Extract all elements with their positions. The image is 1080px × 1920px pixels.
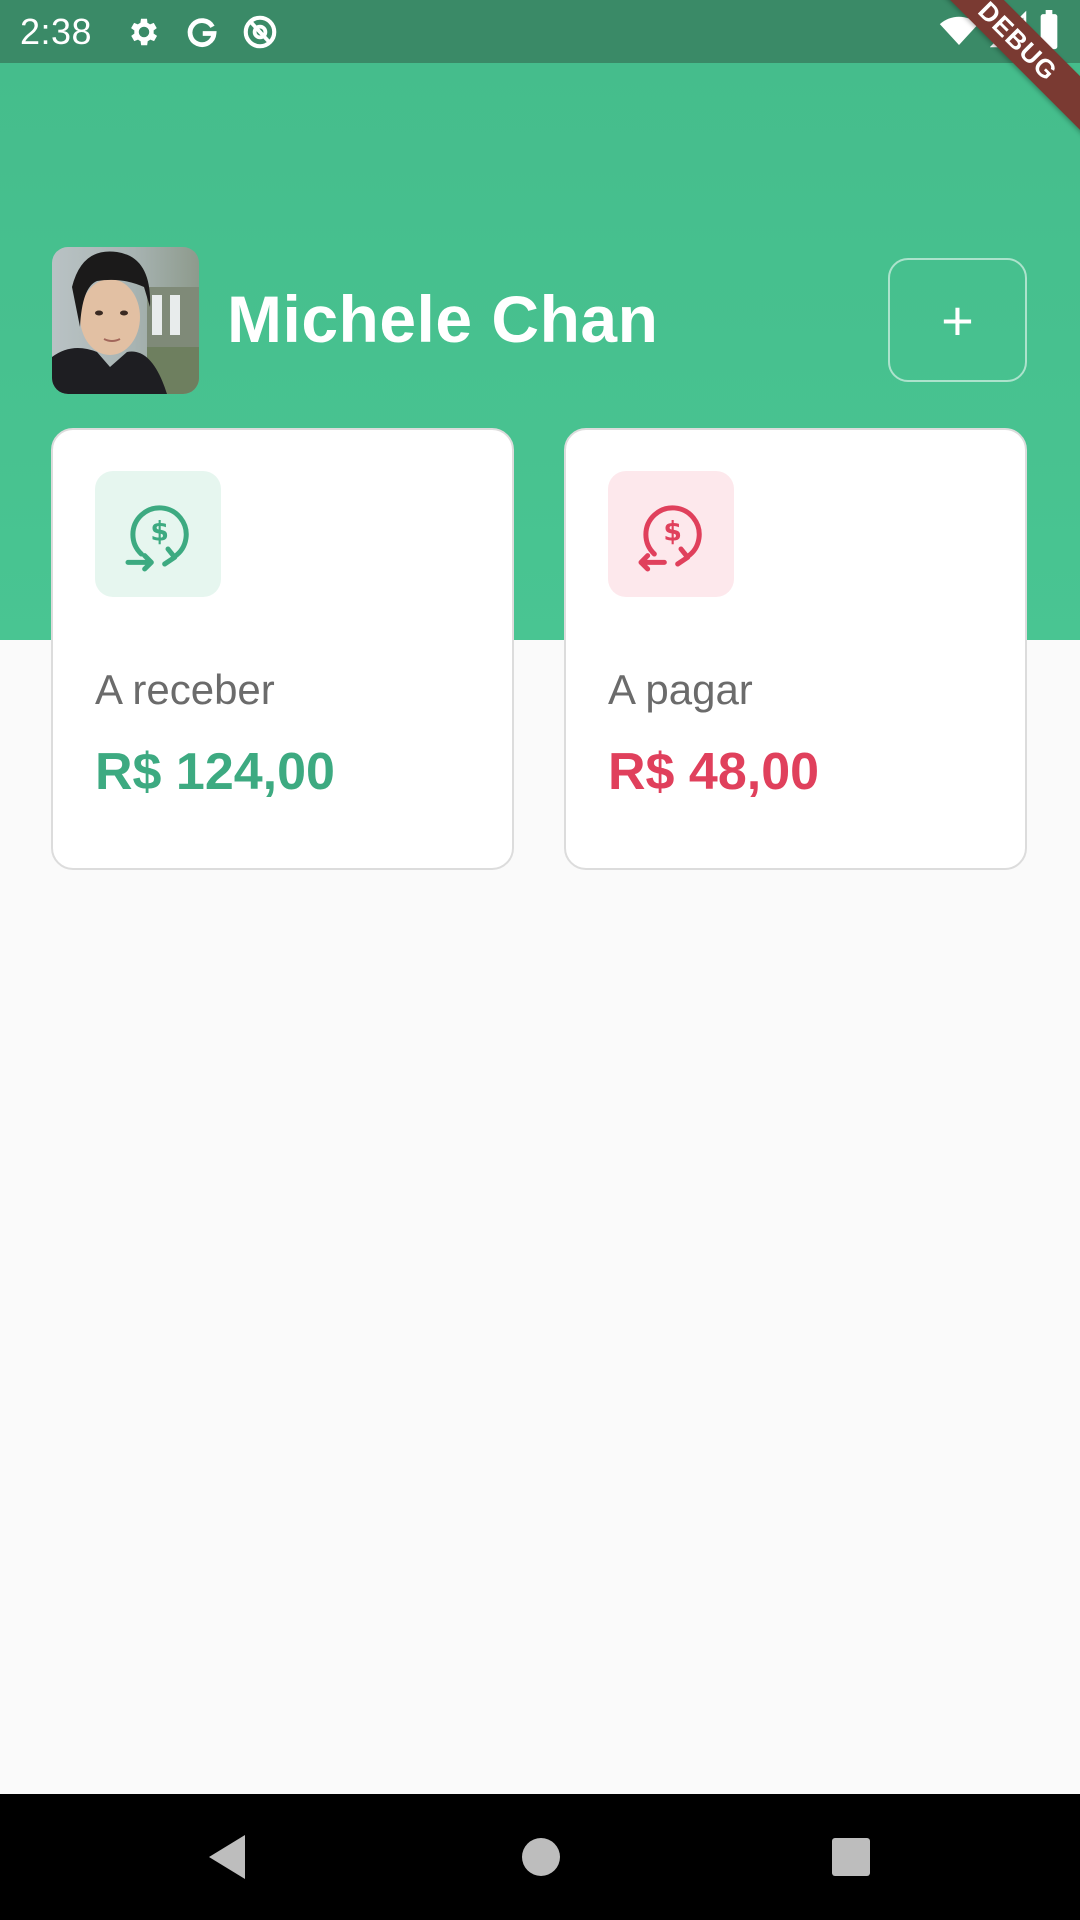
svg-text:$: $: [663, 517, 682, 548]
money-receive-icon: $: [95, 471, 221, 597]
money-pay-icon: $: [608, 471, 734, 597]
avatar[interactable]: [52, 247, 199, 394]
recents-button[interactable]: [824, 1830, 878, 1884]
back-button[interactable]: [200, 1830, 254, 1884]
add-button[interactable]: +: [888, 258, 1027, 382]
google-icon: [180, 10, 224, 54]
card-receivable[interactable]: $ A receber R$ 124,00: [51, 428, 514, 870]
svg-text:$: $: [150, 517, 169, 548]
plus-icon: +: [941, 288, 974, 352]
at-sign-icon: [238, 10, 282, 54]
status-time: 2:38: [20, 10, 93, 52]
card-value: R$ 124,00: [95, 743, 335, 801]
user-name: Michele Chan: [227, 282, 659, 356]
home-button[interactable]: [514, 1830, 568, 1884]
status-bar: 2:38: [0, 0, 1080, 63]
app-screen: 2:38 DEBUG Michele Chan + $ A receber R$…: [0, 0, 1080, 1920]
card-label: A receber: [95, 666, 275, 713]
card-value: R$ 48,00: [608, 743, 820, 801]
settings-icon: [122, 10, 166, 54]
card-payable[interactable]: $ A pagar R$ 48,00: [564, 428, 1027, 870]
navigation-bar: [0, 1794, 1080, 1920]
card-label: A pagar: [608, 666, 753, 713]
